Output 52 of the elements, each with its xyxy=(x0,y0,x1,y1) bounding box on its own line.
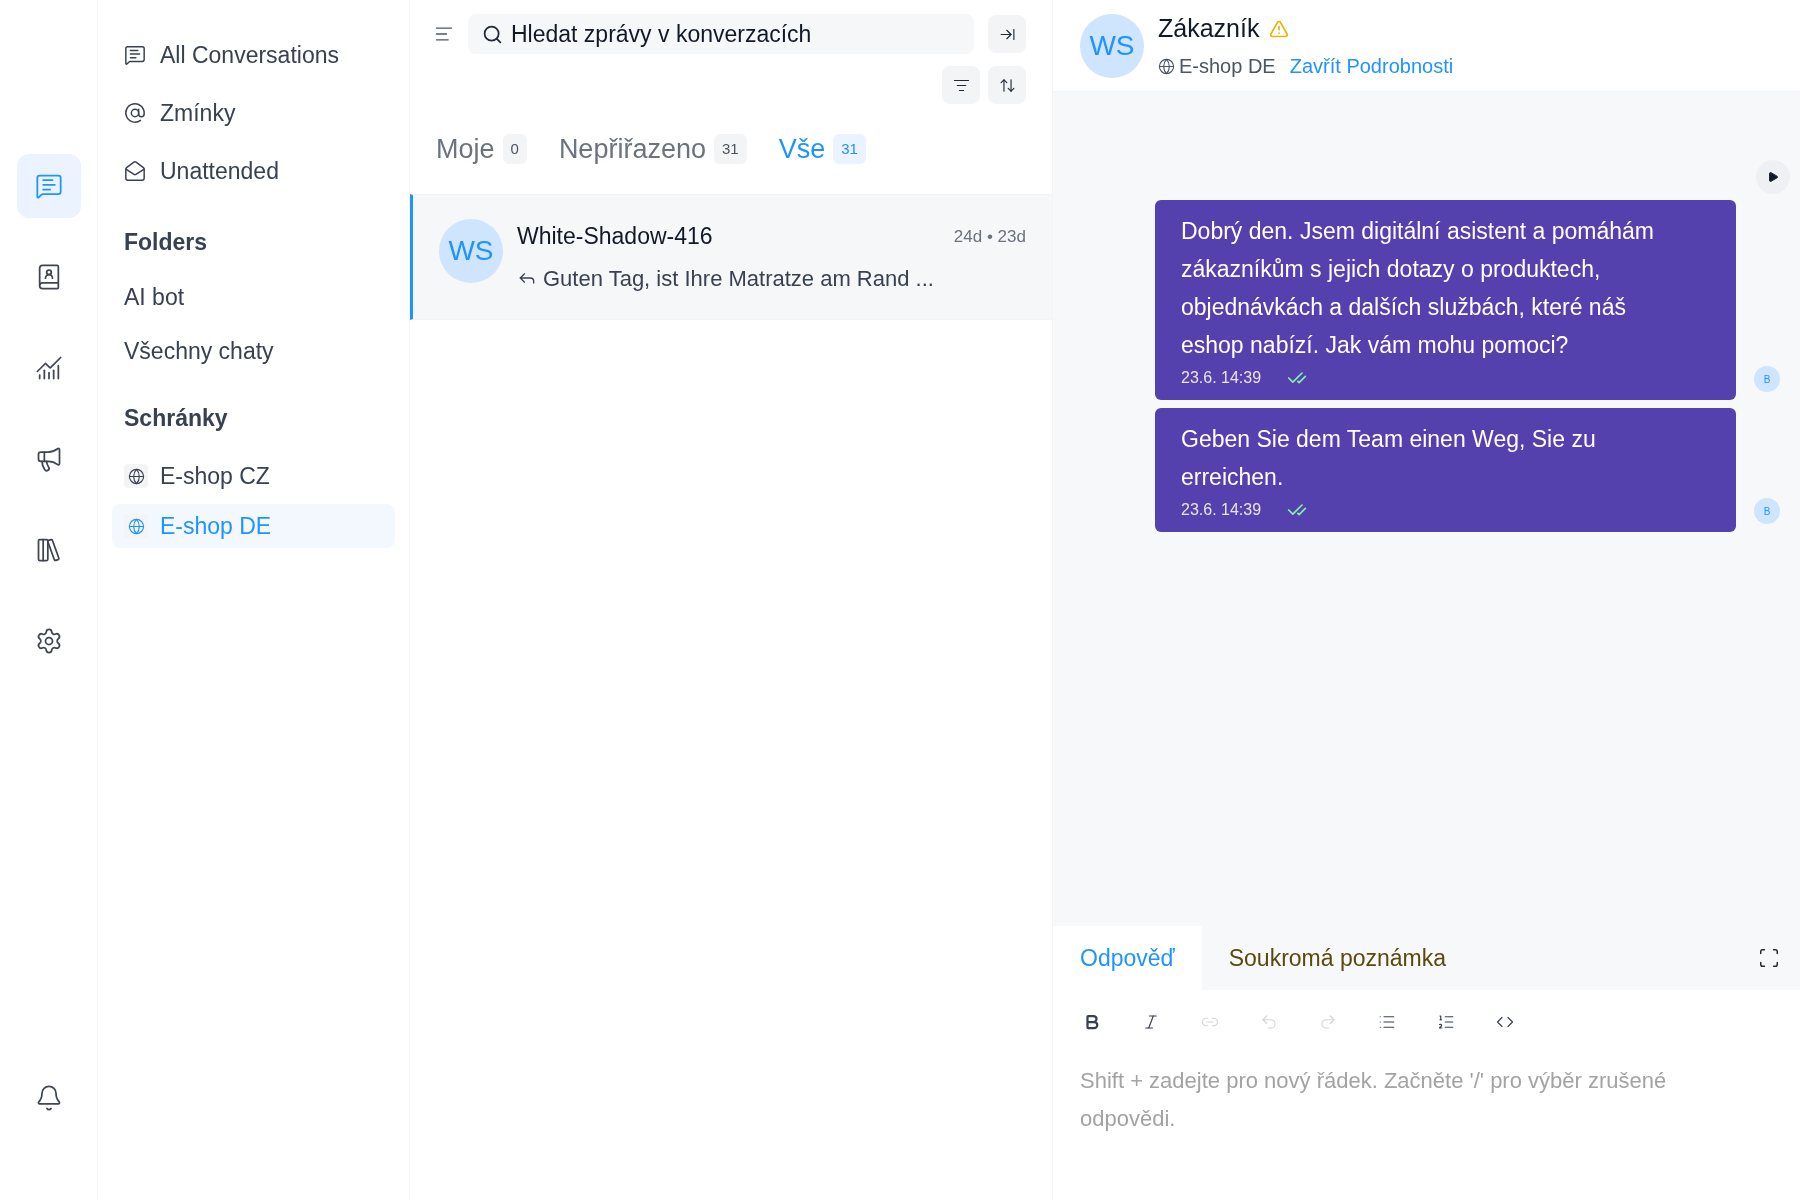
avatar: B xyxy=(1754,366,1780,392)
fullscreen-icon[interactable] xyxy=(1758,947,1780,969)
italic-icon xyxy=(1142,1013,1160,1031)
undo-icon xyxy=(1260,1013,1278,1031)
chart-icon xyxy=(34,354,63,382)
bullet-list-icon xyxy=(1378,1013,1396,1031)
at-sign-icon xyxy=(124,102,146,124)
inbox-name: E-shop DE xyxy=(1179,54,1276,80)
section-heading: Folders xyxy=(123,227,209,257)
message-time: 23.6. 14:39 xyxy=(1181,500,1262,520)
reply-field[interactable]: Shift + zadejte pro nový řádek. Začněte '/' pro výběr zrušené odpovědi. xyxy=(1053,1054,1800,1200)
sort-icon xyxy=(998,76,1016,94)
reply-tab[interactable]: Soukromá poznámka xyxy=(1201,926,1474,990)
message-time: 23.6. 14:39 xyxy=(1181,368,1262,388)
sidebar-item[interactable]: Zmínky xyxy=(112,84,395,142)
search-field[interactable]: Hledat zprávy v konverzacích xyxy=(468,14,974,54)
count-badge: 31 xyxy=(713,133,747,165)
count-badge: 0 xyxy=(502,133,527,165)
sort-button[interactable] xyxy=(988,66,1026,104)
globe-icon xyxy=(124,514,148,538)
message-text: Geben Sie dem Team einen Weg, Sie zu erreichen. xyxy=(1181,425,1597,492)
warning-icon xyxy=(1269,18,1290,39)
sidebar-item[interactable]: All Conversations xyxy=(112,26,395,84)
timestamp: 24d • 23d xyxy=(953,225,1026,248)
collapse-button[interactable] xyxy=(988,15,1026,53)
folder-item[interactable]: AI bot xyxy=(112,270,395,324)
inbox-item[interactable]: E-shop CZ xyxy=(112,454,395,498)
triangle-icon xyxy=(1767,171,1779,183)
bold-icon xyxy=(1083,1013,1101,1031)
numbered-list-icon xyxy=(1437,1013,1455,1031)
chat-bubble-icon xyxy=(124,44,146,66)
avatar: WS xyxy=(1080,13,1144,78)
tab[interactable]: Moje 0 xyxy=(436,128,527,170)
expand-button[interactable] xyxy=(1756,160,1790,194)
chat-bubble-icon xyxy=(34,172,63,200)
search-icon xyxy=(482,23,503,45)
sidebar-item[interactable]: Unattended xyxy=(112,142,395,200)
globe-icon xyxy=(124,464,148,488)
redo-icon xyxy=(1319,1013,1337,1031)
avatar: B xyxy=(1754,498,1780,524)
conversation-item[interactable]: WS White-Shadow-416 24d • 23d Guten Tag, ist Ihre Matratze am Rand ... xyxy=(410,194,1052,320)
envelope-icon xyxy=(124,160,146,182)
folder-item[interactable]: Všechny chaty xyxy=(112,324,395,378)
message-text: Dobrý den. Jsem digitální asistent a pomáhám zákazníkům s jejich dotazy o produktech, objednávkách a dalších službách, které náš eshop nabízí. Jak vám mohu pomoci? xyxy=(1181,217,1656,360)
contact-name: White-Shadow-416 xyxy=(517,222,713,251)
globe-icon xyxy=(1158,57,1175,75)
contact-name: Zákazník xyxy=(1158,12,1260,44)
avatar: WS xyxy=(439,219,503,283)
tab[interactable]: Nepřiřazeno 31 xyxy=(558,128,747,170)
count-badge: 31 xyxy=(833,133,866,165)
message-preview: Guten Tag, ist Ihre Matratze am Rand ... xyxy=(543,264,934,293)
section-heading: Schránky xyxy=(123,403,229,433)
